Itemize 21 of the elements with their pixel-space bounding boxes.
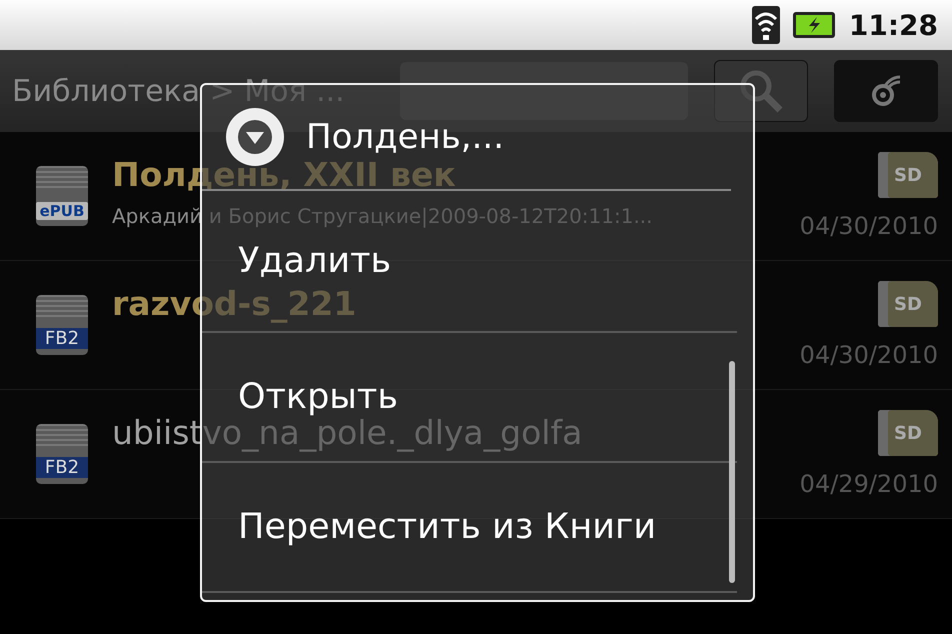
- swirl-button[interactable]: [834, 60, 938, 122]
- menu-item[interactable]: Открыть: [238, 376, 398, 418]
- book-file-icon: FB2: [36, 424, 88, 484]
- clock-time: 11:28: [848, 8, 938, 42]
- search-button[interactable]: [714, 60, 808, 122]
- search-field[interactable]: [400, 62, 688, 120]
- menu-item[interactable]: Удалить: [238, 240, 392, 282]
- menu-title: Полдень,...: [306, 117, 504, 157]
- book-file-icon: ePUB: [36, 166, 88, 226]
- book-date: 04/30/2010: [800, 341, 938, 369]
- sd-card-icon: SD: [878, 281, 938, 327]
- book-date: 04/29/2010: [800, 470, 938, 498]
- menu-item[interactable]: Переместить из Книги: [238, 506, 656, 548]
- battery-charging-icon: [792, 12, 837, 38]
- scrollbar[interactable]: [729, 361, 735, 583]
- sd-card-icon: SD: [878, 152, 938, 198]
- sd-card-icon: SD: [878, 410, 938, 456]
- book-date: 04/30/2010: [800, 212, 938, 240]
- book-file-icon: FB2: [36, 295, 88, 355]
- swirl-icon: [871, 75, 901, 107]
- wifi-icon: [750, 5, 781, 45]
